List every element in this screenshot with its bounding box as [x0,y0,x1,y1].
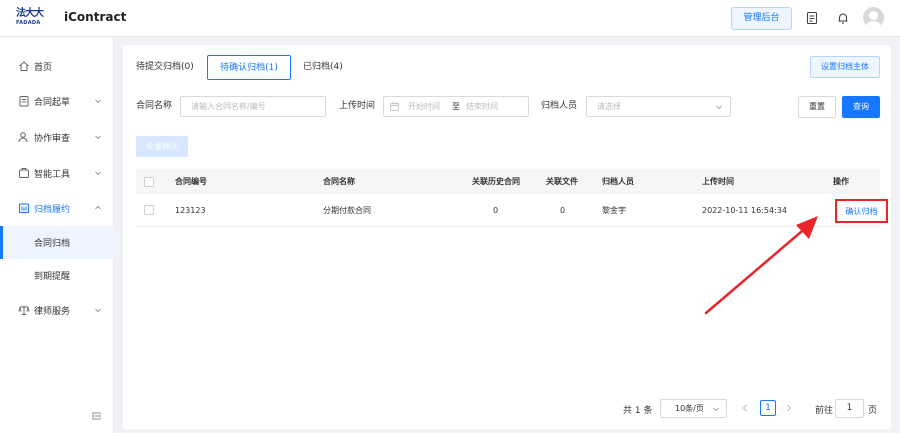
chevron-up-icon [95,205,101,210]
tab-pending-submit[interactable]: 待提交归档(0) [136,55,194,80]
contract-name-input[interactable]: 请输入合同名称/编号 [180,96,326,117]
contract-name-link[interactable]: 分期付款合同 [323,194,371,226]
sidebar-subitem-expiry-reminder[interactable]: 到期提醒 [0,259,114,292]
page-size-value: 10条/页 [675,404,704,413]
goto-page-input[interactable]: 1 [835,399,864,418]
sidebar-item-archive[interactable]: 归档履约 [0,190,114,226]
end-time-placeholder: 结束时间 [466,102,498,111]
sidebar-item-label: 智能工具 [34,169,71,180]
upload-time-range-input[interactable]: 开始时间 至 结束时间 [383,96,529,117]
calendar-icon [390,102,399,111]
column-header: 关联文件 [546,177,578,186]
content-card: 待提交归档(0) 待确认归档(1) 已归档(4) 设置归档主体 合同名称 请输入… [123,45,891,429]
collapse-menu-icon[interactable] [91,411,102,421]
sidebar-item-label: 协作审查 [34,133,71,144]
sidebar-item-home[interactable]: 首页 [0,48,114,84]
confirm-archive-button[interactable]: 确认归档 [835,199,888,223]
user-review-icon [18,132,28,143]
contract-name-placeholder: 请输入合同名称/编号 [191,102,266,111]
archiver-select[interactable]: 请选择 [586,96,731,117]
batch-confirm-button[interactable]: 批量确认 [136,136,188,157]
row-checkbox[interactable] [144,205,154,215]
table-row: 123123 分期付款合同 0 0 黎金宇 2022-10-11 16:54:3… [136,194,888,227]
home-icon [19,61,29,71]
prev-page-icon[interactable] [741,402,749,414]
tab-archived[interactable]: 已归档(4) [303,55,343,80]
sidebar-item-label: 律师服务 [34,306,71,317]
sidebar-item-label: 合同起草 [34,97,71,108]
chevron-down-icon [95,171,101,176]
select-all-checkbox[interactable] [144,176,154,187]
start-time-placeholder: 开始时间 [408,102,440,111]
sidebar-item-contract-draft[interactable]: 合同起草 [0,83,114,119]
archive-icon [18,203,30,214]
sidebar-item-label: 首页 [34,62,53,73]
pagination-total: 共 1 条 [623,406,653,416]
chevron-down-icon [716,105,722,110]
next-page-icon[interactable] [785,402,793,414]
set-archive-subject-button[interactable]: 设置归档主体 [810,56,880,78]
range-separator: 至 [452,102,460,111]
sidebar-subitem-label: 到期提醒 [34,272,71,282]
sidebar-item-collab-review[interactable]: 协作审查 [0,119,114,155]
sidebar-item-label: 归档履约 [34,204,71,215]
sidebar-item-lawyer-service[interactable]: 律师服务 [0,292,114,328]
top-header: 法大大 FADADA iContract 管理后台 [0,0,900,37]
chevron-down-icon [95,308,101,313]
draft-icon [19,96,29,107]
column-header: 操作 [833,177,849,186]
archiver-cell: 黎金宇 [602,205,626,215]
sidebar-item-smart-tools[interactable]: 智能工具 [0,155,114,191]
tab-pending-confirm[interactable]: 待确认归档(1) [207,55,291,80]
related-files-cell: 0 [560,205,566,215]
page-number-current[interactable]: 1 [760,400,776,416]
page-size-select[interactable]: 10条/页 [660,399,727,418]
scale-icon [18,305,30,315]
admin-console-button[interactable]: 管理后台 [731,7,792,30]
avatar[interactable] [863,7,884,28]
sidebar-subitem-label: 合同归档 [34,239,71,249]
goto-label: 前往 [815,406,834,416]
reset-button[interactable]: 重置 [798,96,836,118]
contract-no-cell: 123123 [175,205,206,215]
document-icon[interactable] [805,11,819,25]
sidebar: 首页 合同起草 协作审查 智能工具 归档履约 合同归档 到期提醒 律师服务 [0,38,114,433]
upload-time-label: 上传时间 [339,101,376,111]
query-button[interactable]: 查询 [842,96,880,118]
chevron-down-icon [95,99,101,104]
chevron-down-icon [713,407,719,412]
sidebar-subitem-contract-archive[interactable]: 合同归档 [0,226,114,259]
contract-name-label: 合同名称 [136,101,173,111]
table-header: 合同编号 合同名称 关联历史合同 关联文件 归档人员 上传时间 操作 [136,169,880,194]
avatar-head [869,11,878,20]
column-header: 合同编号 [175,177,207,186]
column-header: 归档人员 [602,177,634,186]
upload-time-cell: 2022-10-11 16:54:34 [702,205,787,215]
page-suffix: 页 [868,406,878,416]
chevron-down-icon [95,135,101,140]
avatar-body [866,21,881,28]
archiver-label: 归档人员 [541,101,578,111]
tools-icon [19,168,29,178]
fadada-logo[interactable]: 法大大 FADADA [16,8,46,30]
bell-icon[interactable] [836,11,850,25]
column-header: 关联历史合同 [472,177,520,186]
column-header: 合同名称 [323,177,355,186]
app-name: iContract [64,10,127,24]
logo-en-text: FADADA [16,20,41,26]
related-history-cell: 0 [493,205,499,215]
logo-cn-text: 法大大 [16,8,44,19]
archiver-placeholder: 请选择 [597,102,621,111]
column-header: 上传时间 [702,177,734,186]
